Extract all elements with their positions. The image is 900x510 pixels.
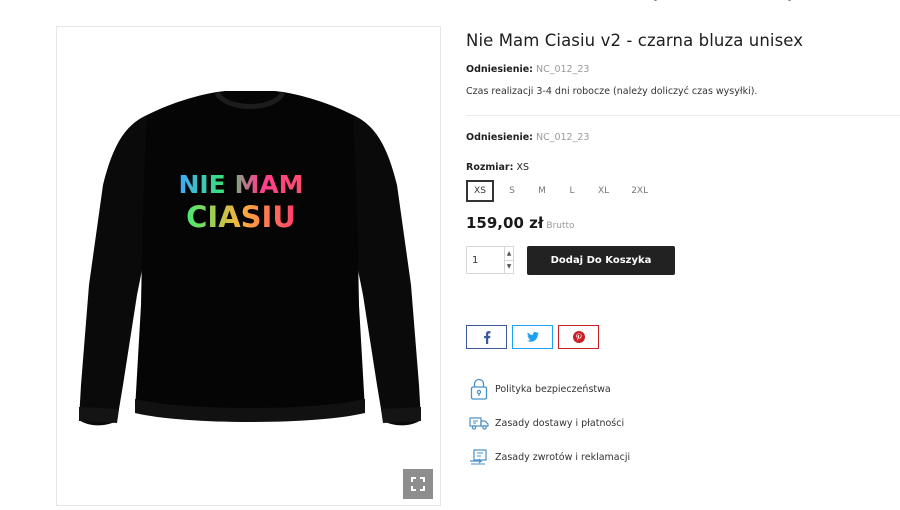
divider [466,115,900,116]
facebook-icon [483,330,490,344]
chevron-up-icon: ▲ [506,249,512,257]
zoom-button[interactable] [403,469,433,499]
quantity-input[interactable] [467,247,504,273]
lock-icon [468,376,490,402]
truck-icon [468,410,490,436]
selected-size: XS [516,162,529,173]
quantity-decrease-button[interactable]: ▼ [505,259,513,274]
reference-label: Odniesienie: [466,132,533,143]
policy-returns-link[interactable]: Zasady zwrotów i reklamacji [468,440,630,474]
share-twitter-button[interactable] [512,325,553,349]
policy-label: Polityka bezpieczeństwa [495,383,611,395]
top-edge-fragment [640,0,900,6]
policy-label: Zasady dostawy i płatności [495,417,625,429]
size-option-xl[interactable]: XL [590,180,617,202]
pinterest-icon [572,331,585,343]
product-image-gallery: NIE MAM CIASIU [56,26,441,506]
reference-value: NC_012_23 [535,64,590,75]
size-label: Rozmiar: XS [466,162,529,173]
return-icon [468,444,490,470]
share-buttons [466,325,604,349]
chevron-down-icon: ▼ [506,263,512,271]
reference-value: NC_012_23 [535,132,590,143]
product-title: Nie Mam Ciasiu v2 - czarna bluza unisex [466,31,804,50]
expand-icon [411,477,425,491]
quantity-stepper: ▲ ▼ [466,246,514,274]
quantity-increase-button[interactable]: ▲ [505,247,513,260]
size-option-s[interactable]: S [500,180,524,202]
product-image-sweatshirt: NIE MAM CIASIU [79,91,421,426]
size-option-xs[interactable]: XS [466,180,494,202]
share-pinterest-button[interactable] [558,325,599,349]
size-option-m[interactable]: M [530,180,554,202]
product-reference: Odniesienie: NC_012_23 [466,64,589,75]
twitter-icon [526,332,539,342]
product-reference-secondary: Odniesienie: NC_012_23 [466,132,589,143]
policy-label: Zasady zwrotów i reklamacji [495,451,631,463]
print-text-line1: NIE MAM [178,170,303,199]
lead-time-text: Czas realizacji 3-4 dni robocze (należy … [466,86,758,97]
size-option-2xl[interactable]: 2XL [623,180,656,202]
price-tax-label: Brutto [546,221,575,231]
price: 159,00 zł Brutto [466,213,575,232]
size-option-l[interactable]: L [560,180,584,202]
print-text-line2: CIASIU [186,200,296,234]
add-to-cart-button[interactable]: Dodaj Do Koszyka [527,246,675,275]
policy-security-link[interactable]: Polityka bezpieczeństwa [468,372,630,406]
price-amount: 159,00 zł [466,214,544,232]
policy-links: Polityka bezpieczeństwa Zasady dostawy i… [468,372,630,474]
policy-delivery-link[interactable]: Zasady dostawy i płatności [468,406,630,440]
reference-label: Odniesienie: [466,64,533,75]
size-selector: XS S M L XL 2XL [466,180,662,202]
share-facebook-button[interactable] [466,325,507,349]
